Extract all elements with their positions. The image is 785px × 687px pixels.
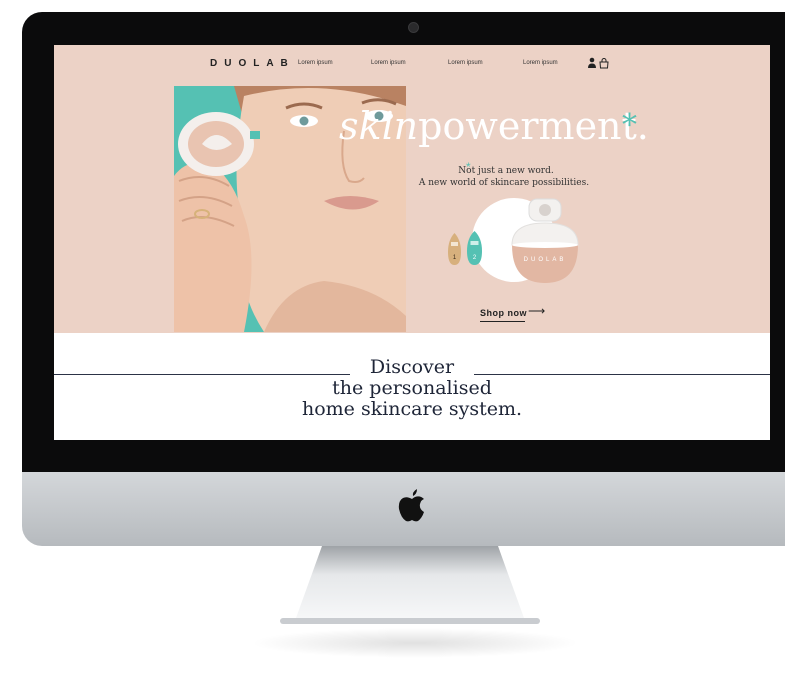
- capsule-2-image: 2: [467, 231, 482, 265]
- nav-link-1[interactable]: Lorem ipsum: [298, 60, 333, 66]
- discover-line-1: Discover: [369, 356, 455, 378]
- user-icon[interactable]: [587, 57, 597, 69]
- hero-subline-1: Not just a new word.: [458, 166, 554, 176]
- website-screen: DUOLAB Lorem ipsum Lorem ipsum Lorem ips…: [54, 45, 770, 440]
- hero-subline-2: A new world of skincare possibilities.: [418, 178, 590, 188]
- discover-section: Discover the personalised home skincare …: [54, 333, 770, 440]
- brand-logo[interactable]: DUOLAB: [210, 58, 295, 69]
- shop-now-button[interactable]: Shop now: [480, 308, 527, 318]
- apple-logo-icon: [398, 489, 424, 522]
- arrow-right-icon[interactable]: ⟶: [528, 304, 545, 318]
- device-label: DUOLAB: [524, 257, 567, 263]
- stand-shadow: [250, 628, 580, 658]
- capsule-1-image: 1: [448, 233, 461, 265]
- nav-link-3[interactable]: Lorem ipsum: [448, 60, 483, 66]
- nav-link-2[interactable]: Lorem ipsum: [371, 60, 406, 66]
- top-nav: DUOLAB Lorem ipsum Lorem ipsum Lorem ips…: [54, 45, 770, 83]
- bag-icon[interactable]: [599, 57, 609, 69]
- monitor-stand: [280, 546, 540, 624]
- headline-asterisk: *: [622, 108, 637, 143]
- hero-headline: skinpowerment.: [339, 104, 649, 148]
- discover-line-2: the personalised: [332, 377, 492, 399]
- duolab-device-image: DUOLAB: [511, 198, 579, 283]
- nav-link-4[interactable]: Lorem ipsum: [523, 60, 558, 66]
- shop-now-underline: [480, 321, 525, 322]
- camera-icon: [408, 22, 419, 33]
- discover-line-3: home skincare system.: [301, 398, 523, 420]
